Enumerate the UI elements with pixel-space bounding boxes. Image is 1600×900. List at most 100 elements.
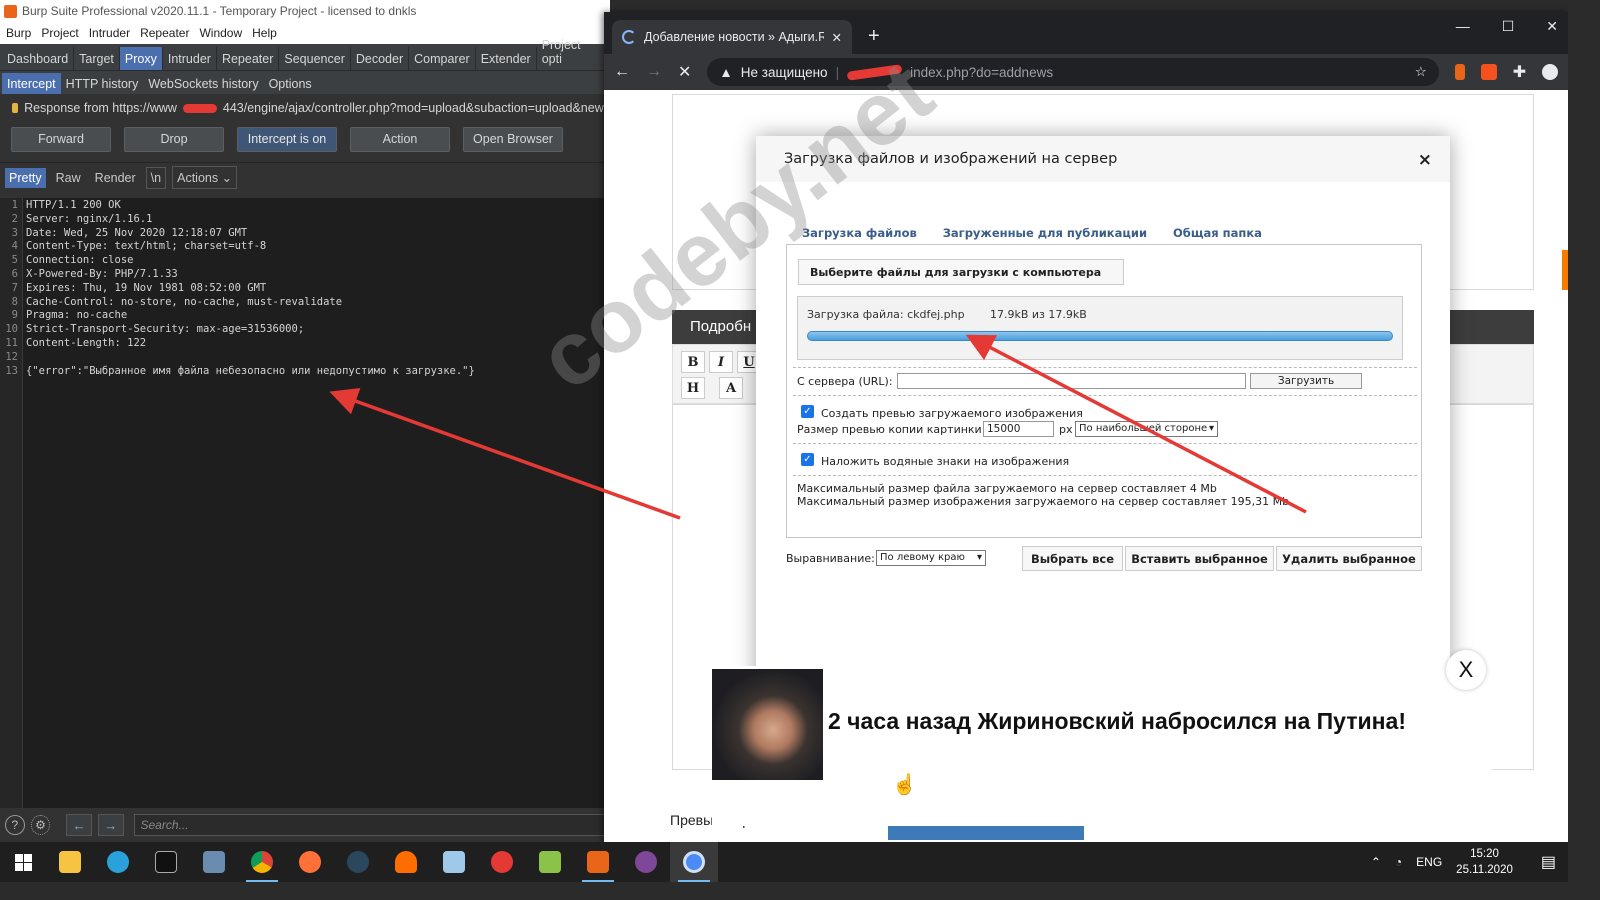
telegram-app[interactable]: [94, 842, 142, 882]
terminal-app[interactable]: [142, 842, 190, 882]
watermark-checkbox[interactable]: ✓: [801, 453, 814, 466]
new-tab-icon[interactable]: +: [868, 25, 880, 48]
maximize-icon[interactable]: ☐: [1502, 18, 1515, 35]
action-button[interactable]: Action: [350, 126, 450, 152]
telegram-icon: [107, 851, 129, 873]
photo-app[interactable]: [190, 842, 238, 882]
chrome-app-2[interactable]: [670, 842, 718, 882]
notifications-icon[interactable]: ▤: [1541, 852, 1556, 872]
firefox-app[interactable]: [286, 842, 334, 882]
tab-proxy[interactable]: Proxy: [119, 47, 163, 70]
menu-intruder[interactable]: Intruder: [89, 26, 130, 40]
menu-repeater[interactable]: Repeater: [140, 26, 189, 40]
tab-project-options[interactable]: Project opti: [537, 33, 610, 70]
stop-icon[interactable]: ✕: [678, 62, 691, 82]
server-upload-button[interactable]: Загрузить: [1250, 373, 1362, 389]
browser-tab[interactable]: Добавление новости » Адыги.R ✕: [612, 20, 852, 54]
ad-headline[interactable]: 2 часа назад Жириновский набросился на П…: [828, 708, 1406, 735]
tab-decoder[interactable]: Decoder: [351, 47, 410, 70]
help-icon[interactable]: ?: [5, 815, 25, 835]
view-newline-toggle[interactable]: \n: [145, 166, 167, 189]
tab-repeater[interactable]: Repeater: [217, 47, 280, 70]
extension-icon[interactable]: [1480, 64, 1497, 80]
close-window-icon[interactable]: ✕: [1546, 18, 1558, 35]
intercept-toggle-button[interactable]: Intercept is on: [237, 126, 337, 152]
bookmark-star-icon[interactable]: ☆: [1415, 64, 1427, 80]
profile-avatar[interactable]: [1542, 64, 1559, 80]
tab-shared-folder[interactable]: Общая папка: [1173, 226, 1262, 240]
headphones-app[interactable]: [382, 842, 430, 882]
speed-app[interactable]: [478, 842, 526, 882]
puzzle-icon[interactable]: ✚: [1513, 62, 1526, 82]
tab-uploaded-for-publication[interactable]: Загруженные для публикации: [943, 226, 1147, 240]
view-pretty[interactable]: Pretty: [5, 167, 46, 188]
minimize-icon[interactable]: —: [1456, 18, 1470, 35]
side-tab[interactable]: [1562, 250, 1568, 290]
steam-app[interactable]: [334, 842, 382, 882]
dialog-title: Загрузка файлов и изображений на сервер: [784, 151, 1118, 167]
tray-expand-icon[interactable]: ⌃: [1371, 855, 1381, 869]
preview-checkbox[interactable]: ✓: [801, 405, 814, 418]
burp-app[interactable]: [574, 842, 622, 882]
ad-popup[interactable]: 2 часа назад Жириновский набросился на П…: [712, 650, 1492, 826]
view-actions-menu[interactable]: Actions ⌄: [172, 166, 238, 189]
tab-comparer[interactable]: Comparer: [409, 47, 476, 70]
subtab-websockets-history[interactable]: WebSockets history: [143, 73, 263, 94]
text-color-button[interactable]: A: [719, 377, 743, 399]
chrome-app[interactable]: [238, 842, 286, 882]
ad-close-button[interactable]: X: [1446, 650, 1486, 690]
drop-button[interactable]: Drop: [124, 126, 224, 152]
subtab-options[interactable]: Options: [264, 73, 317, 94]
menu-help[interactable]: Help: [252, 26, 277, 40]
select-all-button[interactable]: Выбрать все: [1022, 546, 1123, 571]
search-next-button[interactable]: →: [97, 814, 124, 836]
redaction-mark: [846, 63, 903, 81]
delete-selected-button[interactable]: Удалить выбранное: [1276, 546, 1422, 571]
tab-upload-files[interactable]: Загрузка файлов: [802, 226, 917, 240]
menu-project[interactable]: Project: [41, 26, 78, 40]
align-label: Выравнивание:: [786, 552, 875, 565]
bold-button[interactable]: B: [681, 351, 705, 373]
view-render[interactable]: Render: [91, 168, 140, 188]
back-icon[interactable]: ←: [614, 63, 630, 81]
notes-app[interactable]: [430, 842, 478, 882]
response-editor[interactable]: 1 HTTP/1.1 200 OK 2 Server: nginx/1.16.1 3 Da…: [0, 198, 610, 808]
monitor-app[interactable]: [526, 842, 574, 882]
tab-extender[interactable]: Extender: [476, 47, 537, 70]
subtab-http-history[interactable]: HTTP history: [61, 73, 144, 94]
tab-dashboard[interactable]: Dashboard: [2, 47, 75, 70]
tab-intruder[interactable]: Intruder: [163, 47, 217, 70]
tab-target[interactable]: Target: [74, 47, 120, 70]
start-button[interactable]: [0, 842, 46, 882]
ad-image[interactable]: [712, 669, 823, 780]
address-bar[interactable]: ▲ Не защищено | index.php?do=addnews ☆: [707, 58, 1439, 86]
subtab-intercept[interactable]: Intercept: [2, 73, 61, 94]
insert-selected-button[interactable]: Вставить выбранное: [1125, 546, 1274, 571]
italic-button[interactable]: I: [709, 351, 733, 373]
align-select[interactable]: По левому краю ▾: [876, 550, 986, 566]
wifi-icon[interactable]: ◔: [1395, 855, 1402, 869]
burp-extension-icon[interactable]: [1454, 64, 1465, 80]
heading-button[interactable]: H: [681, 377, 705, 399]
search-input[interactable]: Search...: [133, 814, 610, 836]
tor-app[interactable]: [622, 842, 670, 882]
watermark-checkbox-label: Наложить водяные знаки на изображения: [821, 455, 1070, 468]
close-icon[interactable]: ×: [1418, 150, 1432, 170]
choose-files-button[interactable]: Выберите файлы для загрузки с компьютера: [798, 259, 1124, 285]
tab-sequencer[interactable]: Sequencer: [279, 47, 351, 70]
search-prev-button[interactable]: ←: [66, 814, 92, 836]
menu-window[interactable]: Window: [199, 26, 242, 40]
explorer-app[interactable]: [46, 842, 94, 882]
preview-mode-select[interactable]: По наибольшей стороне ▾: [1075, 421, 1218, 437]
close-tab-icon[interactable]: ✕: [832, 30, 842, 45]
forward-icon[interactable]: →: [646, 63, 662, 81]
server-url-input[interactable]: [897, 373, 1246, 389]
menu-burp[interactable]: Burp: [6, 26, 31, 40]
forward-button[interactable]: Forward: [11, 126, 111, 152]
language-indicator[interactable]: ENG: [1416, 855, 1442, 869]
view-raw[interactable]: Raw: [52, 168, 85, 188]
gear-icon[interactable]: ⚙: [30, 815, 51, 835]
clock[interactable]: 15:20 25.11.2020: [1456, 846, 1513, 878]
preview-size-input[interactable]: 15000: [983, 421, 1054, 437]
open-browser-button[interactable]: Open Browser: [463, 126, 563, 152]
